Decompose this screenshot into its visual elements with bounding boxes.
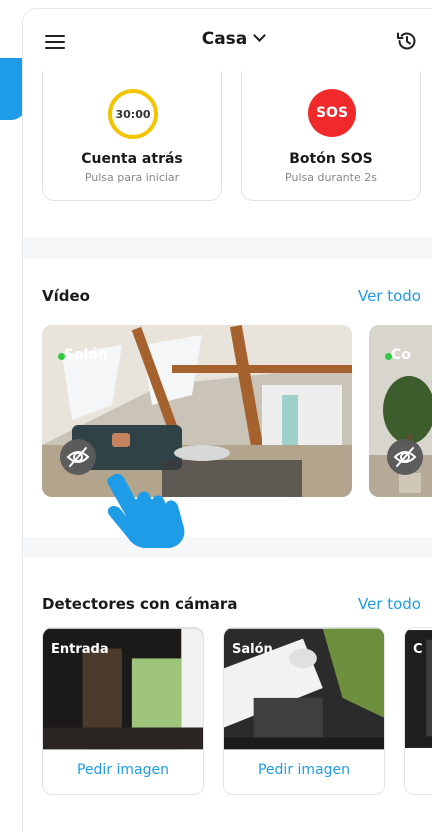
- detector-name: Entrada: [51, 642, 109, 657]
- countdown-subtitle: Pulsa para iniciar: [84, 171, 180, 184]
- chevron-down-icon: [253, 29, 267, 42]
- camera-name: Co: [391, 347, 411, 363]
- detector-card-third[interactable]: C: [404, 627, 432, 795]
- detectors-section: Detectores con cámara Ver todo Entrada P…: [23, 557, 432, 832]
- sos-subtitle: Pulsa durante 2s: [285, 171, 377, 184]
- countdown-tile[interactable]: 30:00 Cuenta atrás Pulsa para iniciar: [42, 71, 222, 201]
- sos-title: Botón SOS: [289, 151, 373, 167]
- eye-off-icon[interactable]: [60, 439, 96, 475]
- camera-card-salon[interactable]: Salón: [42, 325, 352, 497]
- home-selector[interactable]: Casa: [23, 29, 432, 49]
- detector-card-salon[interactable]: Salón Pedir imagen: [223, 627, 385, 795]
- history-icon[interactable]: [395, 29, 419, 53]
- tap-hand-icon: [107, 473, 185, 548]
- app-screen: Casa 30:00 Cuenta atrás Pulsa para inici…: [22, 8, 432, 832]
- detector-name: Salón: [232, 642, 273, 657]
- detectors-see-all-link[interactable]: Ver todo: [358, 595, 421, 613]
- eye-off-icon[interactable]: [387, 439, 423, 475]
- request-image-button[interactable]: Pedir imagen: [43, 762, 203, 778]
- request-image-button[interactable]: Pedir imagen: [224, 762, 384, 778]
- quick-actions: 30:00 Cuenta atrás Pulsa para iniciar SO…: [23, 71, 432, 237]
- detector-card-entrada[interactable]: Entrada Pedir imagen: [42, 627, 204, 795]
- camera-card-second[interactable]: Co: [369, 325, 432, 497]
- video-section-title: Vídeo: [42, 287, 90, 305]
- sos-badge: SOS: [308, 89, 356, 137]
- screen: Casa 30:00 Cuenta atrás Pulsa para inici…: [0, 0, 432, 832]
- video-see-all-link[interactable]: Ver todo: [358, 287, 421, 305]
- top-bar: Casa: [23, 9, 432, 71]
- camera-name: Salón: [64, 347, 108, 363]
- home-title: Casa: [201, 29, 248, 49]
- detector-name: C: [413, 642, 423, 657]
- detectors-section-title: Detectores con cámara: [42, 595, 238, 613]
- video-section: Vídeo Ver todo Salón Co: [23, 259, 432, 537]
- countdown-title: Cuenta atrás: [81, 151, 183, 167]
- sos-tile[interactable]: SOS Botón SOS Pulsa durante 2s: [241, 71, 421, 201]
- timer-indicator: 30:00: [108, 89, 158, 139]
